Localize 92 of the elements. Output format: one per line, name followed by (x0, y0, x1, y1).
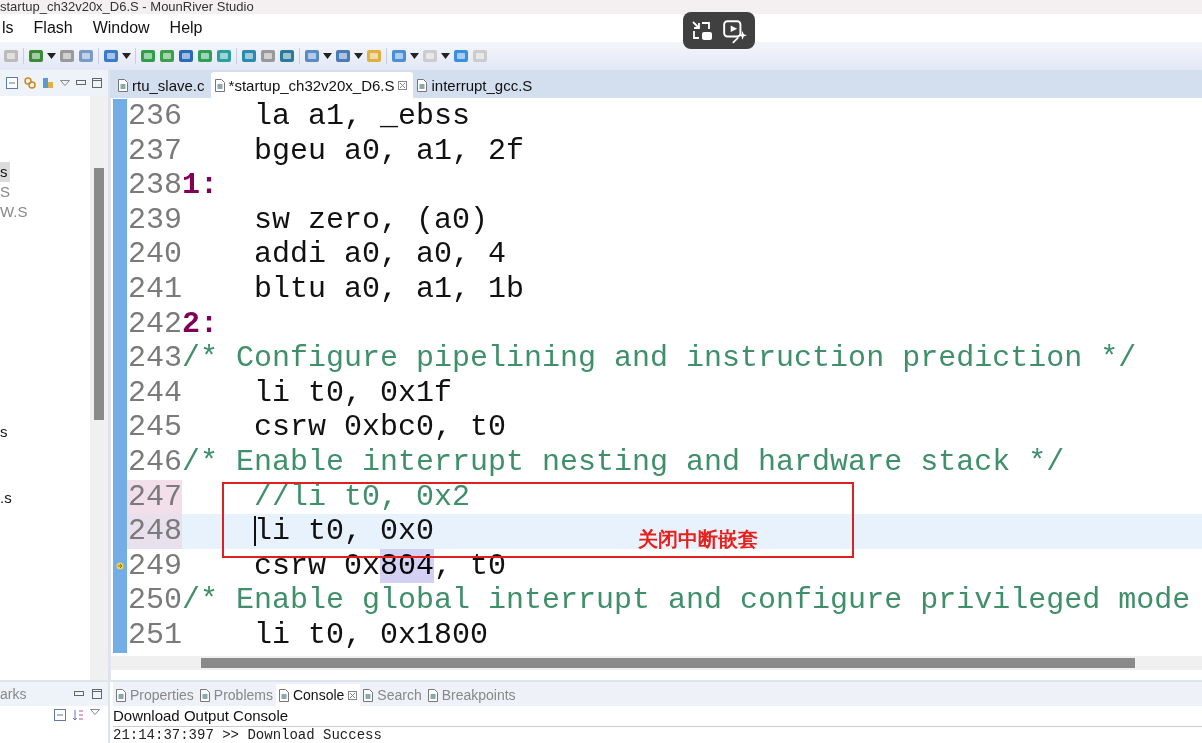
file-icon (118, 78, 128, 92)
tree-item[interactable]: S (0, 182, 12, 202)
line-number: 246 (127, 444, 182, 480)
tab[interactable]: interrupt_gcc.S (413, 72, 539, 98)
dropdown-caret-icon[interactable] (47, 53, 56, 59)
code-editor[interactable] (110, 98, 1202, 680)
scrollbar-thumb[interactable] (94, 168, 104, 420)
code-line: /* Enable interrupt nesting and hardware stack */ (182, 444, 1066, 480)
toolbar-icon[interactable] (260, 48, 276, 64)
code-line: /* Configure pipelining and instruction prediction */ (182, 341, 1138, 376)
toolbar-icon[interactable] (140, 48, 156, 64)
collapse-icon[interactable] (6, 77, 18, 89)
line-number: 245 (127, 410, 182, 445)
code-line: /* Enable global interrupt and configure privileged mode (182, 583, 1192, 618)
line-number: 250 (127, 583, 182, 618)
view-menu-icon[interactable] (60, 80, 70, 86)
ruler-strip (113, 99, 127, 134)
toolbar-icon[interactable] (335, 48, 351, 64)
file-icon (427, 688, 438, 702)
menu-item[interactable]: Flash (31, 19, 75, 37)
line-number: 247 (127, 479, 182, 515)
text-cursor (254, 516, 257, 547)
view-menu-icon[interactable] (90, 709, 100, 715)
minimize-icon[interactable] (76, 80, 86, 86)
sort-icon[interactable] (72, 709, 84, 721)
code-line: la a1, _ebss (253, 99, 472, 134)
ruler-strip (113, 617, 127, 653)
line-number: 242 (127, 306, 182, 342)
line-number: 248 (127, 514, 182, 549)
toolbar-icon[interactable] (279, 48, 295, 64)
code-line: csrw 0xbc0, t0 (253, 410, 508, 445)
window-title: startup_ch32v20x_D6.S - MounRiver Studio (0, 0, 254, 14)
toolbar-icon[interactable] (103, 48, 119, 64)
code-line: 2: (182, 306, 220, 342)
toolbar-icon[interactable] (28, 48, 44, 64)
toolbar-icon[interactable] (216, 48, 232, 64)
line-number: 251 (127, 617, 182, 653)
menu-item[interactable]: Window (90, 19, 152, 37)
console-output: 21:14:37:397 >> Download Success (113, 727, 383, 743)
menu-item[interactable]: ls (0, 19, 16, 37)
code-line: addi a0, a0, 4 (253, 237, 508, 272)
close-icon[interactable] (398, 80, 408, 90)
dropdown-caret-icon[interactable] (323, 53, 332, 59)
code-line: li t0, 0x1800 (253, 617, 490, 653)
code-line: bgeu a0, a1, 2f (253, 133, 526, 169)
line-number: 237 (127, 133, 182, 169)
menu-item[interactable]: Help (167, 19, 205, 37)
code-line: 1: (182, 168, 220, 203)
scrollbar-thumb[interactable] (201, 658, 1135, 668)
line-number: 244 (127, 375, 182, 411)
file-icon (278, 688, 289, 702)
line-number: 238 (127, 168, 182, 203)
toolbar-icon[interactable] (241, 48, 257, 64)
toolbar-icon[interactable] (178, 48, 194, 64)
tree-item[interactable]: s (0, 422, 10, 442)
line-number: 239 (127, 202, 182, 238)
dropdown-caret-icon[interactable] (122, 53, 131, 59)
maximize-icon[interactable] (92, 689, 102, 699)
tab[interactable]: Console (275, 684, 361, 706)
toolbar-icon[interactable] (78, 48, 94, 64)
file-icon (199, 688, 210, 702)
close-icon[interactable] (348, 690, 358, 700)
play-sparkle-icon[interactable] (721, 17, 748, 44)
annotation-text: 关闭中断嵌套 (638, 526, 758, 553)
line-number: 243 (127, 341, 182, 376)
line-number: 236 (127, 99, 182, 134)
minimize-icon[interactable] (74, 691, 84, 697)
console-title: Download Output Console (113, 706, 1202, 727)
dropdown-caret-icon[interactable] (441, 53, 450, 59)
toolbar-icon[interactable] (197, 48, 213, 64)
file-icon (214, 78, 225, 92)
code-line: li t0, 0x1f (253, 375, 454, 411)
line-number: 241 (127, 271, 182, 307)
file-icon (363, 688, 374, 702)
code-line: sw zero, (a0) (253, 202, 490, 238)
toolbar-icon[interactable] (159, 48, 175, 64)
tree-item[interactable]: s (0, 162, 10, 182)
dropdown-caret-icon[interactable] (354, 53, 363, 59)
shrink-window-icon[interactable] (690, 18, 715, 43)
tree-item[interactable]: .s (0, 488, 14, 508)
tab[interactable]: rtu_slave.c (114, 72, 211, 98)
maximize-icon[interactable] (92, 78, 102, 88)
code-line: bltu a0, a1, 1b (253, 271, 526, 307)
collapse-icon[interactable] (54, 709, 66, 721)
tree-item[interactable]: W.S (0, 202, 30, 222)
line-number: 249 (127, 548, 182, 584)
dropdown-caret-icon[interactable] (410, 53, 419, 59)
file-icon (116, 688, 126, 702)
tab[interactable]: *startup_ch32v20x_D6.S (210, 72, 414, 98)
link-icon[interactable] (24, 77, 36, 89)
file-icon (417, 78, 428, 92)
line-number: 240 (127, 237, 182, 272)
